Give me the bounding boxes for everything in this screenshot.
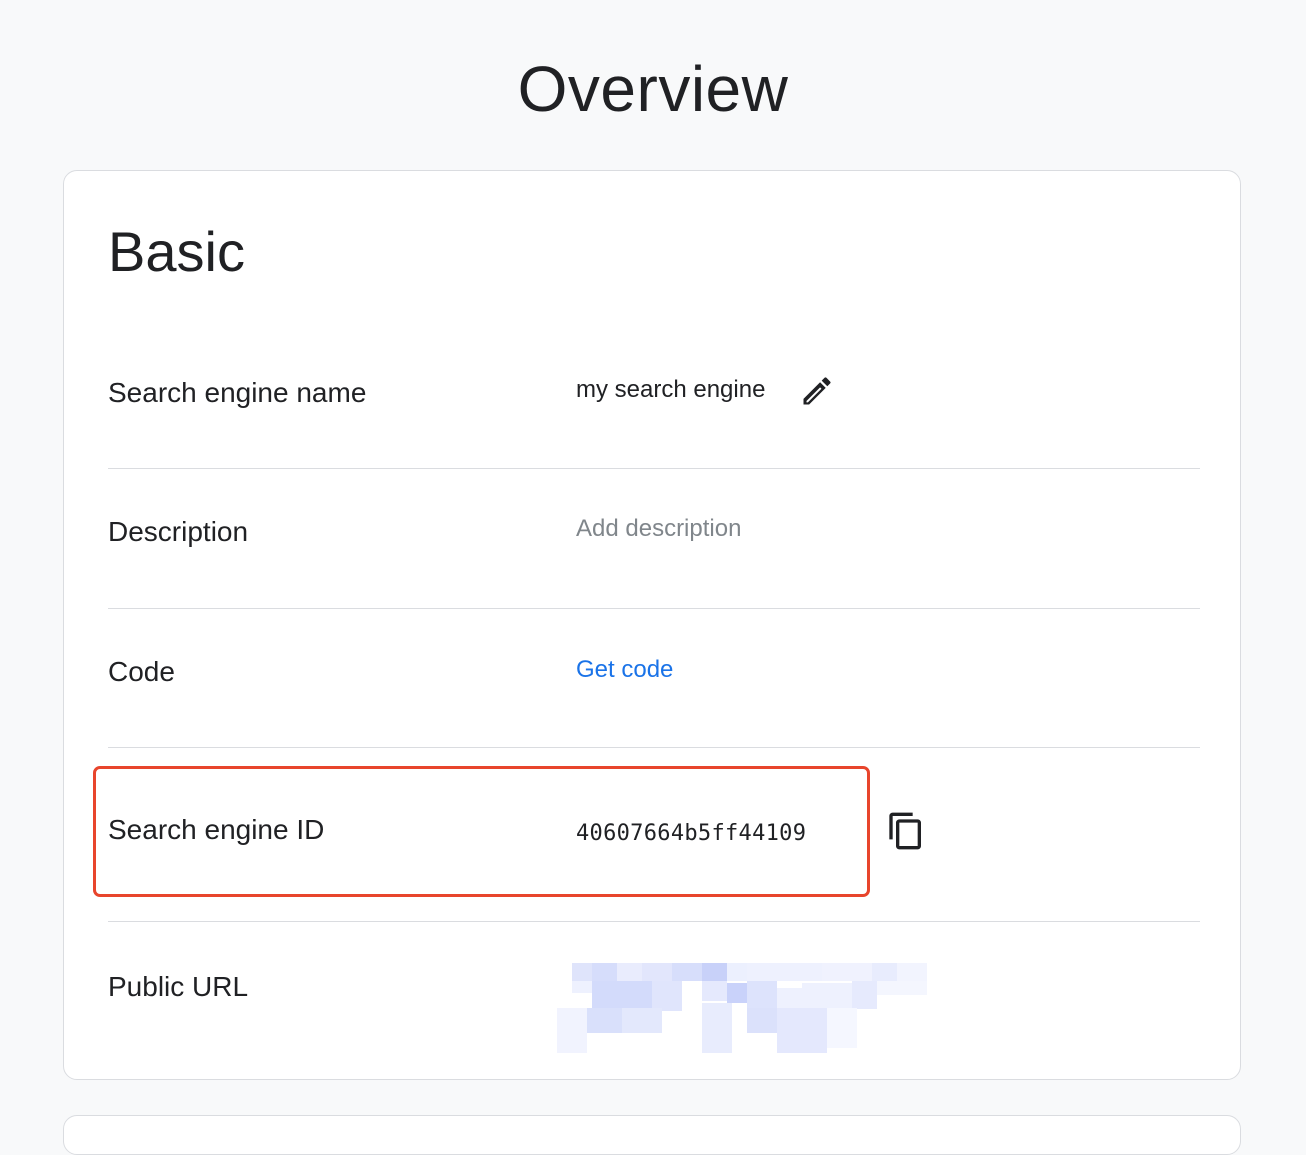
divider (108, 921, 1200, 922)
pencil-edit-icon (799, 373, 835, 414)
public-url-redacted (557, 963, 929, 1053)
edit-name-button[interactable] (797, 373, 837, 413)
code-label: Code (108, 656, 175, 687)
search-engine-name-label: Search engine name (108, 377, 367, 408)
add-description-field[interactable]: Add description (576, 515, 741, 543)
divider (108, 747, 1200, 748)
copy-id-button[interactable] (886, 811, 926, 856)
divider (108, 608, 1200, 609)
search-engine-id-label: Search engine ID (108, 814, 325, 845)
basic-card: Basic Search engine name my search engin… (63, 170, 1241, 1080)
next-card (63, 1115, 1241, 1155)
search-engine-id-value: 40607664b5ff44109 (576, 821, 807, 846)
search-engine-name-value: my search engine (576, 376, 766, 403)
public-url-label: Public URL (108, 971, 249, 1002)
get-code-link[interactable]: Get code (576, 656, 673, 684)
section-heading-basic: Basic (108, 220, 245, 283)
description-label: Description (108, 516, 249, 547)
copy-icon (886, 811, 926, 856)
page-title: Overview (517, 53, 789, 125)
divider (108, 468, 1200, 469)
